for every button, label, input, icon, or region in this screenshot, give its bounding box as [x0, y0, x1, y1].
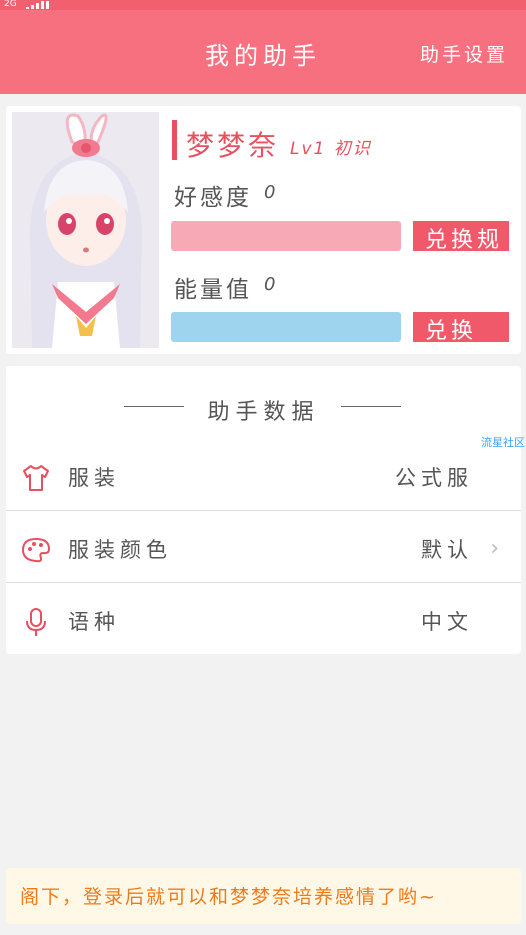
title-rule-right — [341, 406, 401, 407]
status-bar: 2G — [0, 0, 526, 10]
energy-value: 0 — [264, 274, 276, 295]
assistant-name: 梦梦奈 — [186, 129, 280, 162]
profile-card: 梦梦奈 Lv1 初识 好感度 0 兑换规 能量值 0 兑换 — [6, 106, 521, 354]
outfit-color-value: 默认 — [421, 538, 473, 562]
energy-exchange-button[interactable]: 兑换 — [413, 312, 509, 342]
assistant-avatar[interactable] — [12, 112, 159, 348]
row-language[interactable]: 语种 中文 — [6, 584, 521, 656]
outfit-value: 公式服 — [395, 466, 473, 490]
microphone-icon — [26, 608, 46, 636]
signal-icon — [26, 1, 54, 9]
login-hint-banner[interactable]: 阁下，登录后就可以和梦梦奈培养感情了哟~ — [6, 868, 521, 924]
language-value: 中文 — [421, 610, 473, 634]
assistant-data-card: 助手数据 服装 公式服 流星社区 服装颜色 默认 › 语种 中文 — [6, 366, 525, 656]
palette-icon — [21, 537, 51, 563]
favor-value: 0 — [264, 182, 276, 203]
divider — [6, 510, 521, 511]
shirt-icon — [23, 465, 49, 491]
name-accent-bar — [172, 120, 177, 160]
energy-label: 能量值 — [174, 277, 252, 303]
favor-label: 好感度 — [174, 185, 252, 211]
section-title: 助手数据 — [207, 400, 320, 425]
language-label: 语种 — [68, 610, 120, 634]
favor-bar — [171, 221, 401, 251]
header: 我的助手 助手设置 — [0, 10, 526, 94]
assistant-settings-button[interactable]: 助手设置 — [420, 40, 508, 67]
outfit-color-label: 服装颜色 — [68, 538, 172, 562]
level-label: Lv1 初识 — [290, 139, 372, 159]
favor-exchange-button[interactable]: 兑换规 — [413, 221, 509, 251]
community-tag[interactable]: 流星社区 — [481, 434, 525, 450]
energy-bar — [171, 312, 401, 342]
network-type: 2G — [4, 0, 17, 9]
name-row: 梦梦奈 Lv1 初识 — [172, 120, 512, 162]
row-outfit-color[interactable]: 服装颜色 默认 › — [6, 512, 521, 584]
outfit-label: 服装 — [68, 466, 120, 490]
row-outfit[interactable]: 服装 公式服 流星社区 — [6, 436, 525, 512]
divider — [6, 582, 521, 583]
chevron-right-icon: › — [490, 536, 499, 561]
